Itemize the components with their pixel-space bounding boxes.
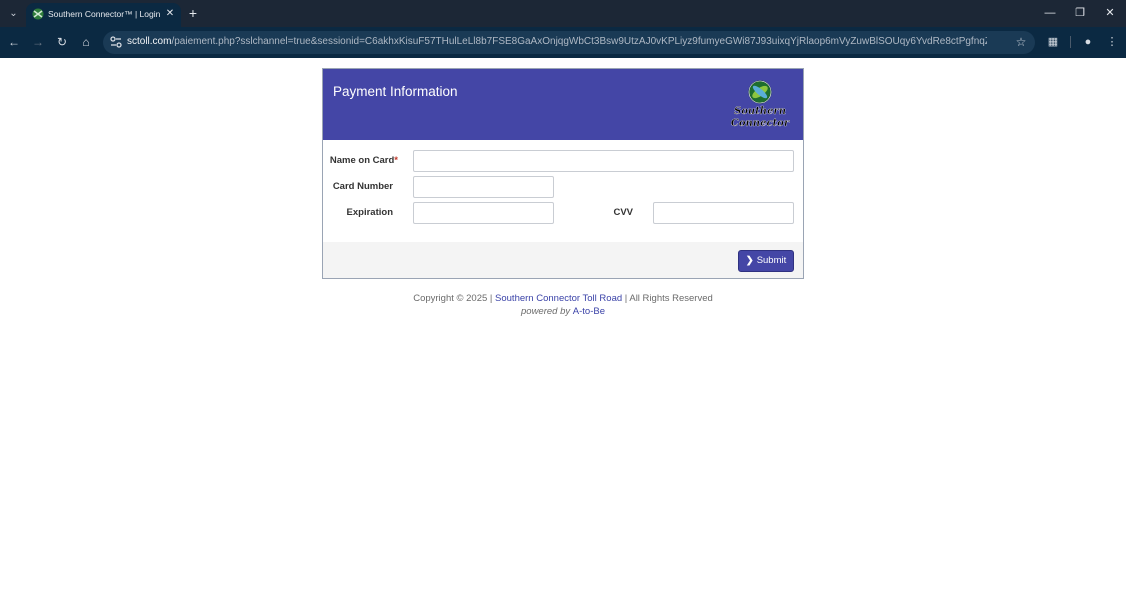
- profile-icon[interactable]: ●: [1080, 34, 1096, 50]
- tab-title: Southern Connector™ | Login |: [48, 9, 160, 19]
- tab-search-icon[interactable]: ⌄: [6, 6, 21, 21]
- name-on-card-input[interactable]: [413, 150, 794, 172]
- forward-icon[interactable]: →: [30, 34, 46, 50]
- back-icon[interactable]: ←: [6, 34, 22, 50]
- url-path: /paiement.php?sslchannel=true&sessionid=…: [171, 36, 987, 47]
- logo-text-southern: Southern: [734, 106, 786, 117]
- cvv-input[interactable]: [653, 202, 794, 224]
- submit-label: Submit: [756, 255, 787, 266]
- page-title: Payment Information: [333, 84, 458, 99]
- globe-icon: [748, 80, 772, 104]
- address-bar[interactable]: sctoll.com/paiement.php?sslchannel=true&…: [103, 31, 1035, 54]
- expiration-label: Expiration: [346, 207, 393, 218]
- powered-prefix: powered by: [521, 306, 573, 317]
- close-window-icon[interactable]: ✕: [1101, 5, 1119, 21]
- url-text[interactable]: sctoll.com/paiement.php?sslchannel=true&…: [127, 36, 987, 47]
- panel-footer: ❯ Submit: [323, 242, 803, 278]
- copyright-line: Copyright © 2025 | Southern Connector To…: [322, 293, 804, 304]
- menu-icon[interactable]: ⋮: [1104, 34, 1120, 50]
- name-on-card-label-text: Name on Card: [329, 155, 395, 166]
- company-link[interactable]: Southern Connector Toll Road: [495, 293, 622, 304]
- browser-toolbar: ← → ↻ ⌂ sctoll.com/paiement.php?sslchann…: [0, 27, 1126, 58]
- bookmark-star-icon[interactable]: ☆: [1013, 34, 1029, 50]
- extensions-icon[interactable]: ▦: [1045, 34, 1061, 50]
- name-on-card-label: Name on Card*: [323, 155, 398, 166]
- reload-icon[interactable]: ↻: [54, 34, 70, 50]
- required-marker: *: [394, 155, 398, 166]
- site-info-icon[interactable]: [109, 35, 123, 49]
- browser-tab-bar: ⌄ Southern Connector™ | Login | ✕ + — ❐ …: [0, 0, 1126, 27]
- vendor-link[interactable]: A-to-Be: [573, 306, 605, 317]
- rights-text: | All Rights Reserved: [622, 293, 713, 304]
- powered-by-line: powered by A-to-Be: [322, 306, 804, 317]
- minimize-icon[interactable]: —: [1041, 5, 1059, 21]
- home-icon[interactable]: ⌂: [78, 34, 94, 50]
- chevron-right-icon: ❯: [745, 255, 754, 266]
- card-number-input[interactable]: [413, 176, 554, 198]
- restore-icon[interactable]: ❐: [1071, 5, 1089, 21]
- submit-button[interactable]: ❯ Submit: [738, 250, 794, 272]
- expiration-input[interactable]: [413, 202, 554, 224]
- logo-text-connector: Connector: [730, 118, 790, 129]
- copyright-prefix: Copyright © 2025 |: [413, 293, 496, 304]
- toolbar-divider: [1070, 36, 1071, 48]
- card-number-label: Card Number: [332, 181, 393, 192]
- favicon-icon: [32, 8, 44, 20]
- url-host: sctoll.com: [127, 36, 172, 47]
- tab-close-icon[interactable]: ✕: [163, 7, 177, 21]
- panel-header: Payment Information Southern Connector: [323, 69, 803, 140]
- payment-panel: Payment Information Southern Connector N…: [322, 68, 804, 279]
- southern-connector-logo: Southern Connector: [728, 79, 792, 135]
- browser-tab[interactable]: Southern Connector™ | Login | ✕: [26, 3, 181, 27]
- new-tab-icon[interactable]: +: [186, 6, 200, 20]
- cvv-label: CVV: [613, 207, 633, 218]
